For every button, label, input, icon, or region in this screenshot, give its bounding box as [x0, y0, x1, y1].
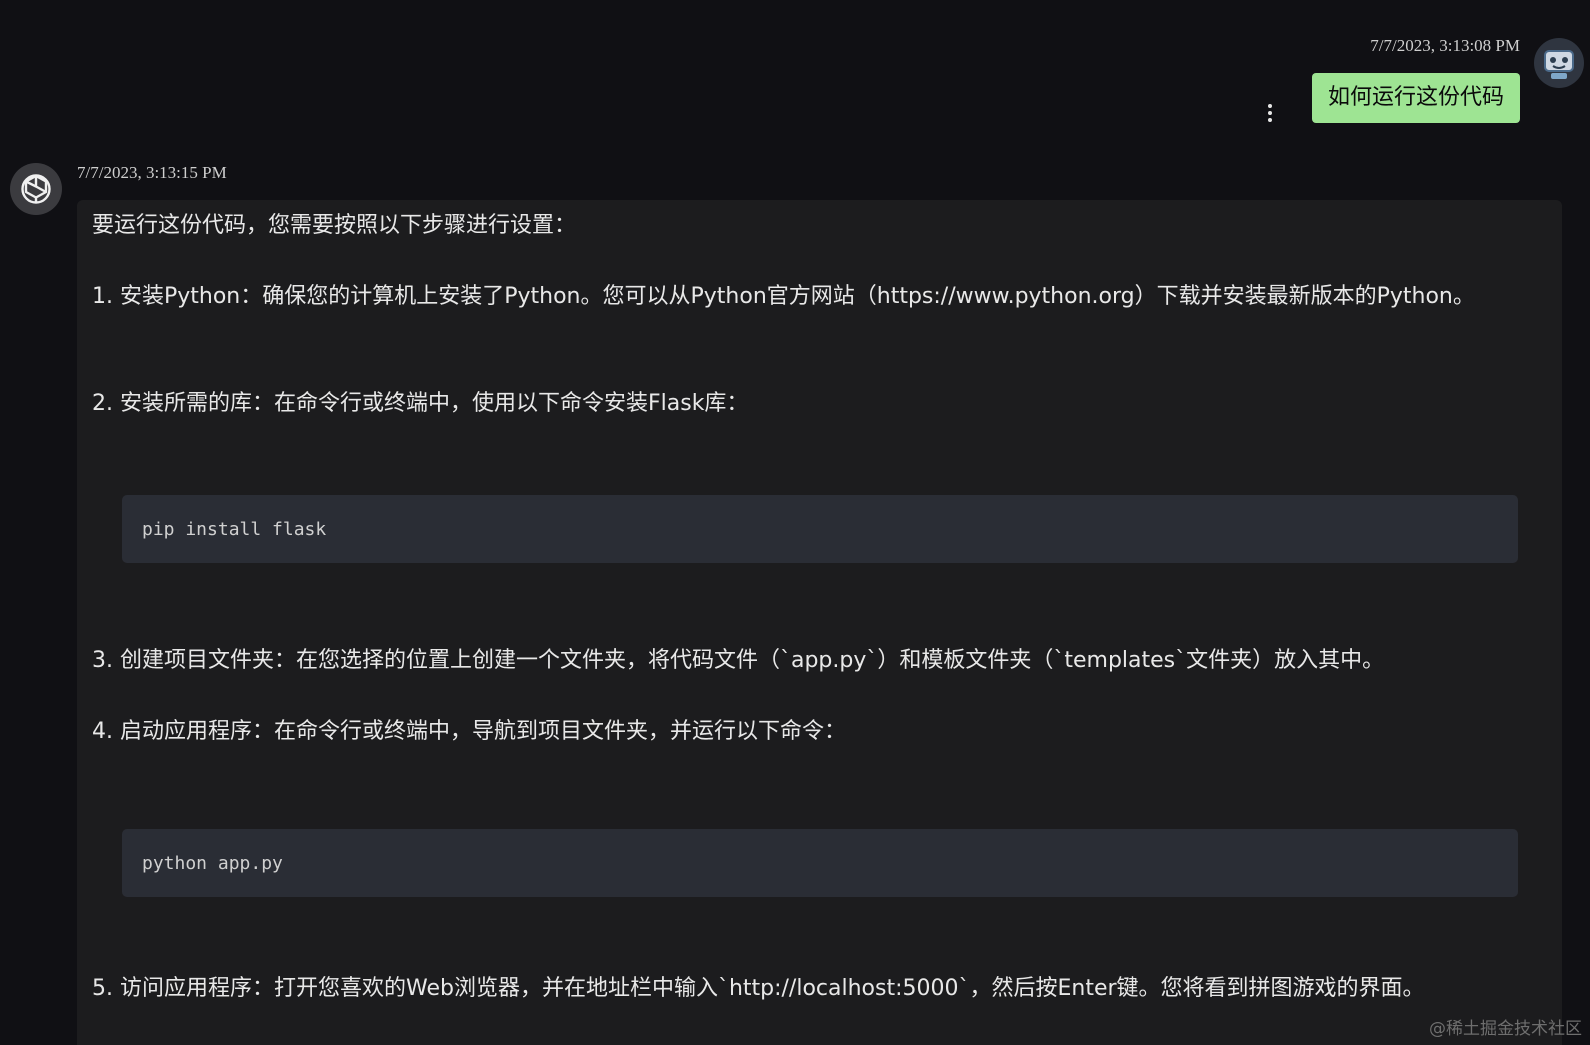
code-text: python app.py: [142, 852, 283, 874]
code-text: pip install flask: [142, 518, 327, 540]
assistant-step-2: 2. 安装所需的库：在命令行或终端中，使用以下命令安装Flask库：: [92, 391, 749, 416]
assistant-step-1: 1. 安装Python：确保您的计算机上安装了Python。您可以从Python…: [92, 284, 1475, 309]
robot-avatar-icon: [1534, 38, 1584, 88]
openai-logo-icon: [10, 163, 62, 215]
assistant-intro-text: 要运行这份代码，您需要按照以下步骤进行设置：: [92, 213, 577, 238]
assistant-message-timestamp: 7/7/2023, 3:13:15 PM: [77, 163, 227, 182]
code-block-pip-install[interactable]: pip install flask: [122, 495, 1518, 563]
message-options-icon[interactable]: [1266, 104, 1274, 122]
user-message-bubble: 如何运行这份代码: [1311, 73, 1520, 124]
assistant-step-5: 5. 访问应用程序：打开您喜欢的Web浏览器，并在地址栏中输入`http://l…: [92, 976, 1425, 1001]
watermark-text: @稀土掘金技术社区: [1429, 1019, 1582, 1039]
assistant-message-card: [77, 200, 1562, 1045]
user-message-timestamp: 7/7/2023, 3:13:08 PM: [1370, 36, 1520, 55]
code-block-run-app[interactable]: python app.py: [122, 829, 1518, 897]
assistant-step-4: 4. 启动应用程序：在命令行或终端中，导航到项目文件夹，并运行以下命令：: [92, 719, 846, 744]
chat-window: 7/7/2023, 3:13:08 PM 如何运行这份代码 7/7/2023, …: [0, 0, 1590, 1045]
assistant-step-3: 3. 创建项目文件夹：在您选择的位置上创建一个文件夹，将代码文件（`app.py…: [92, 648, 1385, 673]
